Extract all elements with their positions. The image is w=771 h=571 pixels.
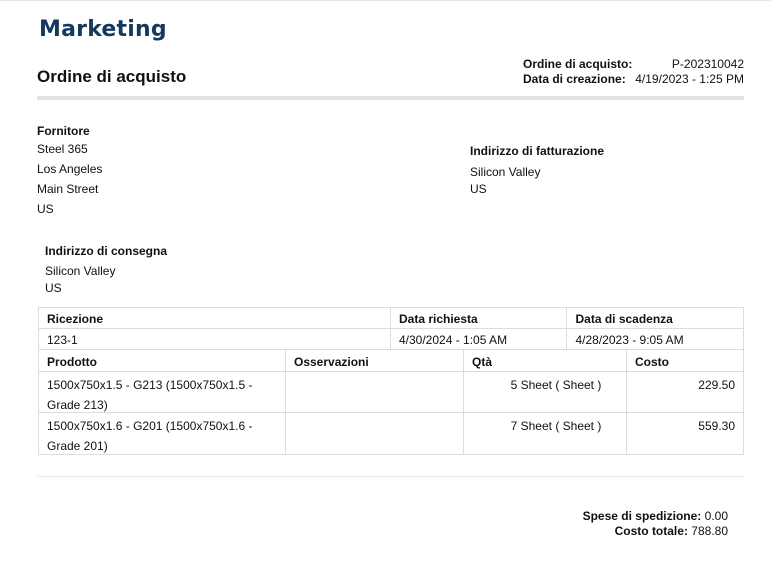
supplier-name: Steel 365 — [37, 142, 88, 156]
info-header-row: Ricezione Data richiesta Data di scadenz… — [39, 308, 743, 329]
item-qty: 7 Sheet ( Sheet ) — [464, 413, 627, 454]
supplier-section: Fornitore — [37, 124, 90, 138]
item-notes — [286, 372, 464, 412]
item-product-line1: 1500x750x1.5 - G213 (1500x750x1.5 - — [47, 378, 253, 392]
items-header-notes: Osservazioni — [286, 350, 464, 371]
total-cost-line: Costo totale: 788.80 — [615, 524, 728, 538]
items-header-product: Prodotto — [39, 350, 286, 371]
item-notes — [286, 413, 464, 454]
info-header-receipt: Ricezione — [39, 308, 391, 328]
shipping-section: Indirizzo di consegna — [45, 244, 167, 258]
item-product: 1500x750x1.5 - G213 (1500x750x1.5 - Grad… — [39, 372, 286, 412]
billing-country: US — [470, 182, 487, 196]
created-date-value: 4/19/2023 - 1:25 PM — [635, 72, 744, 86]
shipping-country: US — [45, 281, 62, 295]
header-divider — [37, 96, 744, 100]
document-title: Ordine di acquisto — [37, 67, 187, 86]
billing-section: Indirizzo di fatturazione — [470, 144, 604, 158]
shipping-cost-value: 0.00 — [704, 509, 728, 523]
item-product-line2: Grade 201) — [47, 439, 108, 453]
po-number-label: Ordine di acquisto: — [523, 57, 633, 71]
info-receipt-value: 123-1 — [39, 329, 391, 349]
table-row: 1500x750x1.6 - G201 (1500x750x1.6 - Grad… — [39, 413, 743, 454]
total-cost-value: 788.80 — [691, 524, 728, 538]
item-cost: 229.50 — [698, 378, 735, 392]
supplier-label: Fornitore — [37, 124, 90, 138]
item-cost: 559.30 — [698, 419, 735, 433]
top-border — [0, 0, 771, 1]
supplier-country: US — [37, 202, 54, 216]
meta-labels: Ordine di acquisto: Data di creazione: — [523, 57, 632, 87]
supplier-street: Main Street — [37, 182, 99, 196]
items-header-row: Prodotto Osservazioni Qtà Costo — [39, 350, 743, 372]
total-cost-label: Costo totale: — [614, 524, 688, 538]
items-table: Prodotto Osservazioni Qtà Costo 1500x750… — [38, 350, 744, 455]
shipping-city: Silicon Valley — [45, 264, 116, 278]
supplier-city: Los Angeles — [37, 162, 103, 176]
info-table: Ricezione Data richiesta Data di scadenz… — [38, 307, 744, 350]
info-requested-date-value: 4/30/2024 - 1:05 AM — [391, 329, 568, 349]
item-product-line1: 1500x750x1.6 - G201 (1500x750x1.6 - — [47, 419, 253, 433]
meta-values: P-202310042 4/19/2023 - 1:25 PM — [628, 57, 744, 87]
created-date-label: Data di creazione: — [523, 72, 626, 86]
shipping-label: Indirizzo di consegna — [45, 244, 168, 258]
item-qty: 5 Sheet ( Sheet ) — [464, 372, 627, 412]
item-product-line2: Grade 213) — [47, 398, 108, 412]
shipping-cost-label: Spese di spedizione: — [582, 509, 702, 523]
info-header-requested-date: Data richiesta — [391, 308, 568, 328]
po-number-value: P-202310042 — [671, 57, 744, 71]
info-value-row: 123-1 4/30/2024 - 1:05 AM 4/28/2023 - 9:… — [39, 329, 743, 350]
info-due-date-value: 4/28/2023 - 9:05 AM — [575, 333, 684, 347]
items-header-cost: Costo — [635, 355, 669, 369]
item-product: 1500x750x1.6 - G201 (1500x750x1.6 - Grad… — [39, 413, 286, 454]
items-header-qty: Qtà — [464, 350, 627, 371]
table-row: 1500x750x1.5 - G213 (1500x750x1.5 - Grad… — [39, 372, 743, 413]
totals-divider — [37, 476, 744, 477]
company-brand: Marketing — [39, 17, 167, 42]
shipping-cost-line: Spese di spedizione: 0.00 — [583, 509, 728, 523]
billing-city: Silicon Valley — [470, 165, 541, 179]
info-header-due-date: Data di scadenza — [575, 312, 673, 326]
billing-label: Indirizzo di fatturazione — [470, 144, 604, 158]
